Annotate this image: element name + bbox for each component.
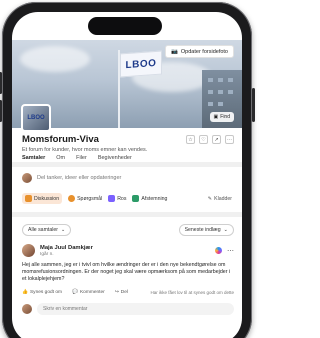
comment-icon: 💬 <box>71 290 78 296</box>
flag: LBOO <box>120 50 162 78</box>
author-block: Maja Juul Damkjær Igår n. <box>40 245 93 257</box>
update-cover-button[interactable]: 📷 Opdater forsidefoto <box>165 45 234 58</box>
post-type-label: Spørgsmål <box>77 195 103 202</box>
post-header: Maja Juul Damkjær Igår n. ⋯ <box>22 244 234 257</box>
post-type-question[interactable]: Spørgsmål <box>68 195 102 202</box>
composer-placeholder[interactable]: Del tanker, ideer eller opdateringer <box>37 175 121 181</box>
chevron-down-icon: ⌄ <box>223 227 228 233</box>
window <box>218 78 223 82</box>
drafts-label: Kladder <box>214 195 232 202</box>
seen-by: Har ikke fået lov til at synes godt om d… <box>150 290 234 296</box>
composer-input-row[interactable]: Del tanker, ideer eller opdateringer <box>22 173 232 183</box>
post-type-label: Afstemning <box>141 195 168 202</box>
post-type-label: Diskussion <box>34 195 60 202</box>
comment-row: Skriv en kommentar <box>22 303 234 316</box>
sort-dropdown[interactable]: Seneste indlæg ⌄ <box>178 224 234 236</box>
window <box>208 78 213 82</box>
post-menu: ⋯ <box>215 247 234 255</box>
like-button[interactable]: 👍 Synes godt om <box>22 290 62 295</box>
all-conversations-label: Alle samtaler <box>28 227 58 233</box>
post-type-praise[interactable]: Ros <box>108 195 126 202</box>
post-type-poll[interactable]: Afstemning <box>132 195 167 202</box>
all-conversations-dropdown[interactable]: Alle samtaler ⌄ <box>22 224 72 236</box>
community-description: Et forum for kunder, hvor moms emner kan… <box>22 147 148 153</box>
praise-icon <box>108 195 116 202</box>
more-icon[interactable]: ⋯ <box>227 247 234 255</box>
community-logo-text: LBOO <box>27 115 45 121</box>
star-icon[interactable]: ☆ <box>186 135 195 144</box>
filter-row: Alle samtaler ⌄ Seneste indlæg ⌄ <box>22 224 234 236</box>
header-actions: ☆ ♡ ↗ ⋯ <box>186 135 234 144</box>
camera-icon: 📷 <box>171 48 178 55</box>
volume-down-button <box>0 100 2 122</box>
thumbs-up-icon: 👍 <box>22 290 28 296</box>
comment-label: Kommenter <box>79 290 105 296</box>
section-divider <box>12 212 242 217</box>
composer: Del tanker, ideer eller opdateringer Dis… <box>22 173 232 204</box>
post-card: Maja Juul Damkjær Igår n. ⋯ Hej alle sam… <box>22 244 234 316</box>
image-icon: ▣ <box>213 114 219 120</box>
window <box>208 102 213 106</box>
community-header: Momsforum-Viva Et forum for kunder, hvor… <box>22 134 234 153</box>
question-icon <box>68 195 76 202</box>
share-label: Del <box>120 290 128 296</box>
chevron-down-icon: ⌄ <box>60 227 66 233</box>
post-type-selector: Diskussion Spørgsmål Ros Afstemning ✎ Kl… <box>22 193 232 204</box>
find-chip[interactable]: ▣ Find <box>209 112 234 122</box>
window <box>228 90 233 94</box>
share-button[interactable]: ↪ Del <box>115 290 128 295</box>
section-divider <box>12 162 242 167</box>
copilot-icon[interactable] <box>215 247 222 254</box>
like-label: Synes godt om <box>29 290 62 296</box>
post-type-label: Ros <box>117 195 127 202</box>
poll-icon <box>132 195 140 202</box>
avatar[interactable] <box>22 244 35 257</box>
power-button <box>252 88 255 122</box>
comment-button[interactable]: 💬 Kommenter <box>72 290 105 295</box>
discussion-icon <box>25 195 32 202</box>
cloud <box>20 46 90 72</box>
post-author[interactable]: Maja Juul Damkjær <box>40 245 93 251</box>
share-icon: ↪ <box>114 290 119 296</box>
flag-text: LBOO <box>125 57 157 71</box>
pencil-icon: ✎ <box>207 195 213 202</box>
avatar <box>22 304 32 315</box>
phone-frame: LBOO 📷 Opdater forsidefoto ▣ Find LBOO M… <box>0 2 255 338</box>
share-icon[interactable]: ↗ <box>212 135 221 144</box>
drafts-button[interactable]: ✎ Kladder <box>208 196 232 202</box>
window <box>228 78 233 82</box>
window <box>208 90 213 94</box>
post-actions: 👍 Synes godt om 💬 Kommenter ↪ Del Har ik… <box>22 290 234 295</box>
comment-input[interactable]: Skriv en kommentar <box>37 303 234 316</box>
window <box>218 90 223 94</box>
post-time: Igår n. <box>40 251 54 257</box>
avatar <box>22 173 32 183</box>
volume-up-button <box>0 72 2 94</box>
find-chip-label: Find <box>220 114 230 120</box>
heart-icon[interactable]: ♡ <box>199 135 208 144</box>
screen: LBOO 📷 Opdater forsidefoto ▣ Find LBOO M… <box>12 12 242 338</box>
post-type-discussion[interactable]: Diskussion <box>22 193 63 204</box>
sort-label: Seneste indlæg <box>184 227 221 233</box>
dynamic-island <box>88 17 162 35</box>
community-logo: LBOO <box>21 104 51 132</box>
update-cover-label: Opdater forsidefoto <box>180 48 228 55</box>
more-icon[interactable]: ⋯ <box>225 135 234 144</box>
window <box>218 102 223 106</box>
post-body: Hej alle sammen, jeg er i tvivl om hvilk… <box>22 262 231 283</box>
